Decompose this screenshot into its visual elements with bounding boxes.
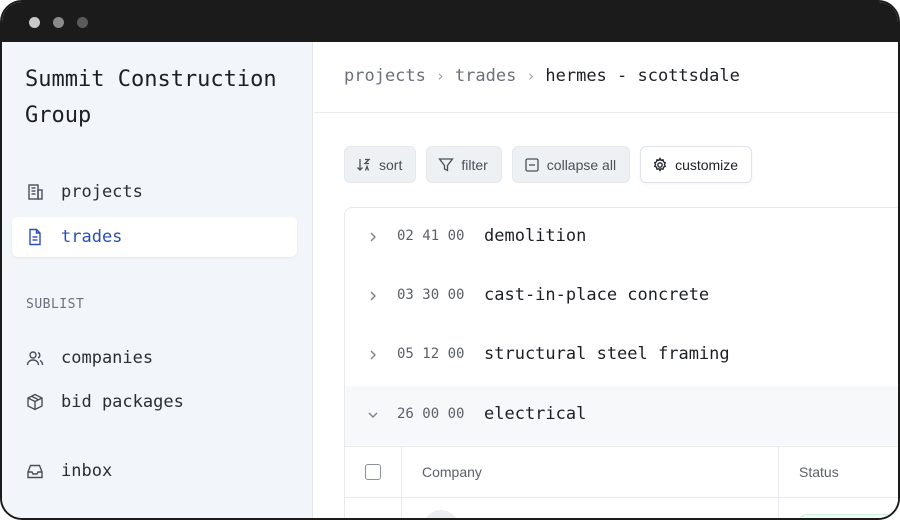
document-icon [29, 228, 41, 246]
avatar [423, 510, 459, 518]
customize-button[interactable]: customize [640, 146, 753, 183]
inbox-icon [27, 464, 43, 479]
select-all-checkbox[interactable] [365, 464, 381, 480]
window-minimize-button[interactable] [53, 17, 64, 28]
trade-row[interactable]: 02 41 00 demolition [345, 208, 898, 267]
filter-button[interactable]: filter [426, 146, 502, 183]
subtable-header: Company Status [345, 446, 898, 498]
column-header-status[interactable]: Status [799, 464, 839, 480]
sidebar-item-projects[interactable]: projects [12, 172, 297, 212]
collapse-all-button[interactable]: collapse all [511, 146, 631, 183]
sort-icon [357, 158, 371, 171]
building-icon [28, 184, 43, 200]
users-icon [26, 351, 44, 366]
package-icon [27, 393, 43, 411]
sidebar-item-inbox[interactable]: inbox [12, 451, 297, 491]
breadcrumb-trades[interactable]: trades [455, 66, 516, 86]
toolbar: sort filter collapse all customize [344, 146, 753, 183]
sidebar-item-companies[interactable]: companies [12, 338, 297, 378]
trade-row[interactable]: 03 30 00 cast-in-place concrete [345, 267, 898, 326]
filter-icon [438, 157, 455, 172]
trade-code: 02 41 00 [397, 228, 465, 244]
collapse-icon [525, 157, 539, 172]
sidebar-item-label: projects [61, 182, 143, 202]
chevron-right-icon[interactable] [366, 230, 380, 244]
sidebar-item-label: companies [61, 348, 154, 368]
breadcrumb: projects › trades › hermes - scottsdale [344, 66, 740, 86]
column-divider [778, 447, 779, 497]
trade-row[interactable]: 05 12 00 structural steel framing [345, 326, 898, 385]
trade-row-expanded[interactable]: 26 00 00 electrical [345, 386, 898, 445]
trade-name: demolition [484, 226, 587, 246]
gear-icon [653, 156, 667, 172]
sidebar-item-bid-packages[interactable]: bid packages [12, 382, 297, 422]
title-bar [2, 2, 898, 42]
trade-code: 03 30 00 [397, 287, 465, 303]
customize-label: customize [675, 156, 739, 173]
column-divider [401, 447, 402, 497]
company-name: Summit Construction Group [25, 67, 277, 128]
trade-code: 05 12 00 [397, 346, 465, 362]
window-close-button[interactable] [29, 17, 40, 28]
sort-button[interactable]: sort [344, 146, 417, 183]
sidebar-item-label: inbox [61, 461, 113, 481]
trade-code: 26 00 00 [397, 406, 465, 422]
collapse-all-label: collapse all [546, 156, 617, 173]
chevron-down-icon[interactable] [366, 408, 380, 422]
status-badge [800, 514, 898, 518]
chevron-right-icon[interactable] [366, 289, 380, 303]
trade-name: cast-in-place concrete [484, 285, 710, 305]
sidebar-item-label: bid packages [61, 392, 184, 412]
main-content: projects › trades › hermes - scottsdale … [314, 42, 898, 518]
sidebar: Summit Construction Group projects trade… [2, 42, 313, 518]
chevron-right-icon[interactable] [366, 348, 380, 362]
header-divider [314, 112, 898, 113]
filter-label: filter [461, 156, 488, 173]
trade-name: structural steel framing [484, 344, 730, 364]
column-header-company[interactable]: Company [422, 464, 482, 480]
breadcrumb-projects[interactable]: projects [344, 66, 426, 86]
chevron-right-icon: › [526, 67, 536, 85]
sidebar-item-label: trades [61, 227, 123, 247]
column-divider [778, 498, 779, 518]
sublist-heading: SUBLIST [26, 297, 85, 312]
table-row[interactable] [345, 498, 898, 518]
breadcrumb-current: hermes - scottsdale [545, 66, 740, 86]
sidebar-item-trades[interactable]: trades [12, 217, 297, 257]
window-maximize-button[interactable] [77, 17, 88, 28]
app-window: Summit Construction Group projects trade… [0, 0, 900, 520]
sort-label: sort [379, 156, 403, 173]
trades-list: 02 41 00 demolition 03 30 00 cast-in-pla… [344, 207, 898, 518]
trade-name: electrical [484, 404, 587, 424]
column-divider [401, 498, 402, 518]
chevron-right-icon: › [435, 67, 445, 85]
